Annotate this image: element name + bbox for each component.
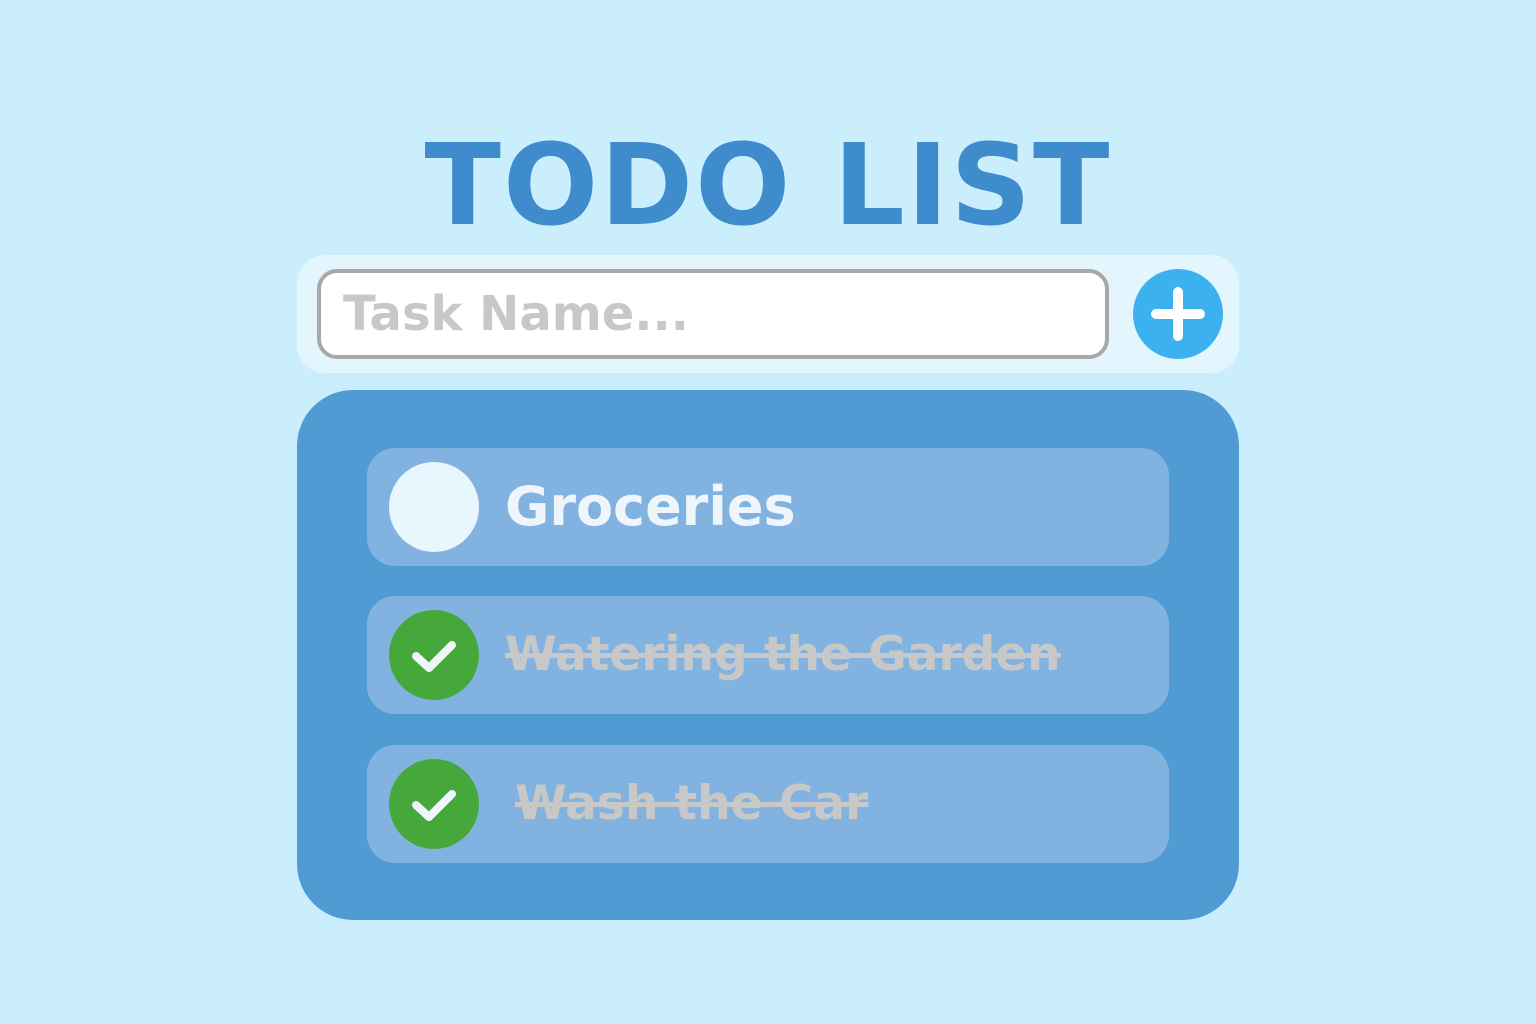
- task-checkbox-unchecked[interactable]: [389, 462, 479, 552]
- add-task-bar: [297, 255, 1239, 373]
- checkmark-icon: [412, 641, 456, 672]
- task-checkbox-checked[interactable]: [389, 610, 479, 700]
- task-item-wash-the-car[interactable]: Wash the Car: [367, 745, 1169, 863]
- task-checkbox-checked[interactable]: [389, 759, 479, 849]
- checkmark-icon: [412, 790, 456, 821]
- task-name-input[interactable]: [317, 269, 1109, 359]
- page-title: TODO LIST: [424, 121, 1112, 251]
- task-item-watering-the-garden[interactable]: Watering the Garden: [367, 596, 1169, 714]
- plus-icon: [1151, 287, 1205, 341]
- task-item-groceries[interactable]: Groceries: [367, 448, 1169, 566]
- task-list: Groceries Watering the Garden Wash the C…: [297, 390, 1239, 920]
- task-label: Wash the Car: [515, 776, 869, 831]
- task-label: Watering the Garden: [505, 627, 1061, 682]
- add-task-button[interactable]: [1133, 269, 1223, 359]
- task-label: Groceries: [505, 475, 796, 538]
